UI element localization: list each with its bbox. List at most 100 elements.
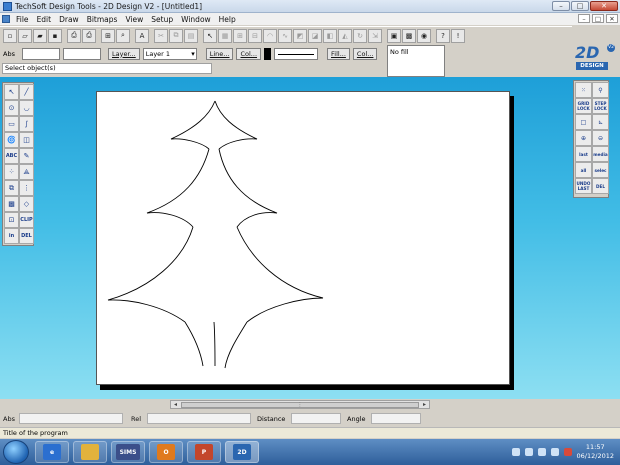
maximize-button[interactable]: □	[571, 1, 589, 11]
menu-view[interactable]: View	[125, 15, 143, 24]
menu-file[interactable]: File	[16, 15, 29, 24]
layers-icon[interactable]: ▦	[218, 28, 232, 43]
axes-icon[interactable]: ⊾	[592, 114, 609, 130]
mdi-minimize-button[interactable]: –	[578, 14, 590, 23]
scroll-right-icon[interactable]: ▸	[420, 401, 429, 408]
group-icon[interactable]: ⧉	[4, 180, 19, 196]
taskbar-explorer[interactable]	[73, 441, 107, 463]
menu-draw[interactable]: Draw	[59, 15, 79, 24]
line-style-preview[interactable]	[274, 47, 319, 60]
screen-icon[interactable]: ▣	[387, 28, 401, 43]
zoom-select-icon[interactable]: ⊞	[101, 28, 115, 43]
rectangle-icon[interactable]: ▭	[4, 116, 19, 132]
line-button[interactable]: Line...	[205, 47, 234, 60]
align-icon[interactable]: ⋮	[19, 180, 34, 196]
help-query-icon[interactable]: ?	[436, 28, 450, 43]
media-button[interactable]: media	[592, 146, 609, 162]
drawing-page[interactable]	[96, 91, 510, 385]
last-view-button[interactable]: last	[575, 146, 592, 162]
open-folder-icon[interactable]: ▰	[33, 28, 47, 43]
select-pointer-icon[interactable]: ↖	[203, 28, 217, 43]
bezier-icon[interactable]: ∿	[278, 28, 292, 43]
line-colour-button[interactable]: Col...	[236, 47, 262, 60]
square-icon[interactable]: □	[575, 114, 592, 130]
horizontal-scrollbar[interactable]: ◂ ⋮ ▸	[170, 400, 430, 409]
tray-volume-icon[interactable]	[550, 448, 559, 456]
text-icon[interactable]: ABC	[4, 148, 19, 164]
clip-button[interactable]: CLIP	[19, 212, 34, 228]
menu-setup[interactable]: Setup	[151, 15, 173, 24]
tray-arrow-icon[interactable]	[511, 448, 520, 456]
taskbar-2ddesign[interactable]: 2D	[225, 441, 259, 463]
taskbar-ie[interactable]: e	[35, 441, 69, 463]
mirror-icon[interactable]: ◭	[338, 28, 352, 43]
grid-icon[interactable]: ⁙	[575, 82, 592, 98]
step-lock-button[interactable]: STEP LOCK	[592, 98, 609, 114]
circle-icon[interactable]: ⊙	[4, 100, 19, 116]
arc-icon[interactable]: ◡	[19, 100, 34, 116]
copy-icon[interactable]: ⧉	[169, 28, 183, 43]
tray-flag-icon[interactable]	[524, 448, 533, 456]
mdi-close-button[interactable]: ✕	[606, 14, 618, 23]
group-tool-icon[interactable]: ◩	[293, 28, 307, 43]
print-icon[interactable]: ⎙	[82, 28, 96, 43]
curve-icon[interactable]: ∫	[19, 116, 34, 132]
construct-icon[interactable]: ⟁	[19, 164, 34, 180]
new-icon[interactable]: ▫	[3, 28, 17, 43]
node-icon[interactable]: ⁘	[4, 164, 19, 180]
close-button[interactable]: ✕	[590, 1, 618, 11]
layer-button[interactable]: Layer...	[108, 47, 140, 60]
taskbar-outlook[interactable]: O	[149, 441, 183, 463]
spiral-icon[interactable]: 🌀	[4, 132, 19, 148]
taskbar-sims[interactable]: SIMS	[111, 441, 145, 463]
save-icon[interactable]: ▪	[48, 28, 62, 43]
minimize-button[interactable]: –	[552, 1, 570, 11]
line-colour-swatch[interactable]	[264, 47, 272, 60]
fill-preview[interactable]: No fill	[387, 45, 445, 77]
open-icon[interactable]: ▱	[18, 28, 32, 43]
zoom-in-icon[interactable]: ⊕	[575, 130, 592, 146]
mdi-restore-button[interactable]: □	[592, 14, 604, 23]
abs-x-field[interactable]	[22, 47, 60, 60]
snap-icon[interactable]: ⚲	[592, 82, 609, 98]
abs-y-field[interactable]	[63, 47, 101, 60]
fill-tool-icon[interactable]: ◧	[323, 28, 337, 43]
line-icon[interactable]: ╱	[19, 84, 34, 100]
grid-lock-button[interactable]: GRID LOCK	[575, 98, 592, 114]
zoom-icon[interactable]: ⌕	[116, 28, 130, 43]
menu-window[interactable]: Window	[181, 15, 211, 24]
drawing-canvas[interactable]	[97, 92, 511, 386]
taskbar-powerpoint[interactable]: P	[187, 441, 221, 463]
app-icon[interactable]	[3, 1, 12, 11]
cut-icon[interactable]: ✂	[154, 28, 168, 43]
arc-tool-icon[interactable]: ◠	[263, 28, 277, 43]
layer-select[interactable]: Layer 1	[142, 47, 197, 60]
menu-bitmaps[interactable]: Bitmaps	[87, 15, 118, 24]
rotate-icon[interactable]: ↻	[353, 28, 367, 43]
info-icon[interactable]: in	[4, 228, 19, 244]
pointer-icon[interactable]: ↖	[4, 84, 19, 100]
fill-colour-button[interactable]: Col...	[352, 47, 378, 60]
menu-help[interactable]: Help	[219, 15, 236, 24]
edit-icon[interactable]: ✎	[19, 148, 34, 164]
print-preview-icon[interactable]: ⎙	[67, 28, 81, 43]
delete-button[interactable]: DEL	[19, 228, 34, 244]
fill-icon[interactable]: ▩	[4, 196, 19, 212]
tip-icon[interactable]: !	[451, 28, 465, 43]
menu-edit[interactable]: Edit	[37, 15, 52, 24]
scroll-thumb[interactable]: ⋮	[181, 401, 419, 408]
delete-last-button[interactable]: DEL	[592, 178, 609, 194]
zoom-out-icon[interactable]: ⊖	[592, 130, 609, 146]
fill-button[interactable]: Fill...	[327, 47, 350, 60]
stretch-icon[interactable]: ⇲	[368, 28, 382, 43]
tray-alert-icon[interactable]	[563, 448, 572, 456]
globe-icon[interactable]: ◉	[417, 28, 431, 43]
drawing-workspace[interactable]	[0, 77, 620, 399]
clock[interactable]: 11:57 06/12/2012	[577, 443, 614, 461]
perspective-icon[interactable]: ◫	[19, 132, 34, 148]
text-style-icon[interactable]: A	[135, 28, 149, 43]
undo-last-button[interactable]: UNDO LAST	[575, 178, 592, 194]
grid-toggle-icon[interactable]: ⊞	[233, 28, 247, 43]
document-icon[interactable]	[2, 15, 10, 23]
tray-network-icon[interactable]	[537, 448, 546, 456]
